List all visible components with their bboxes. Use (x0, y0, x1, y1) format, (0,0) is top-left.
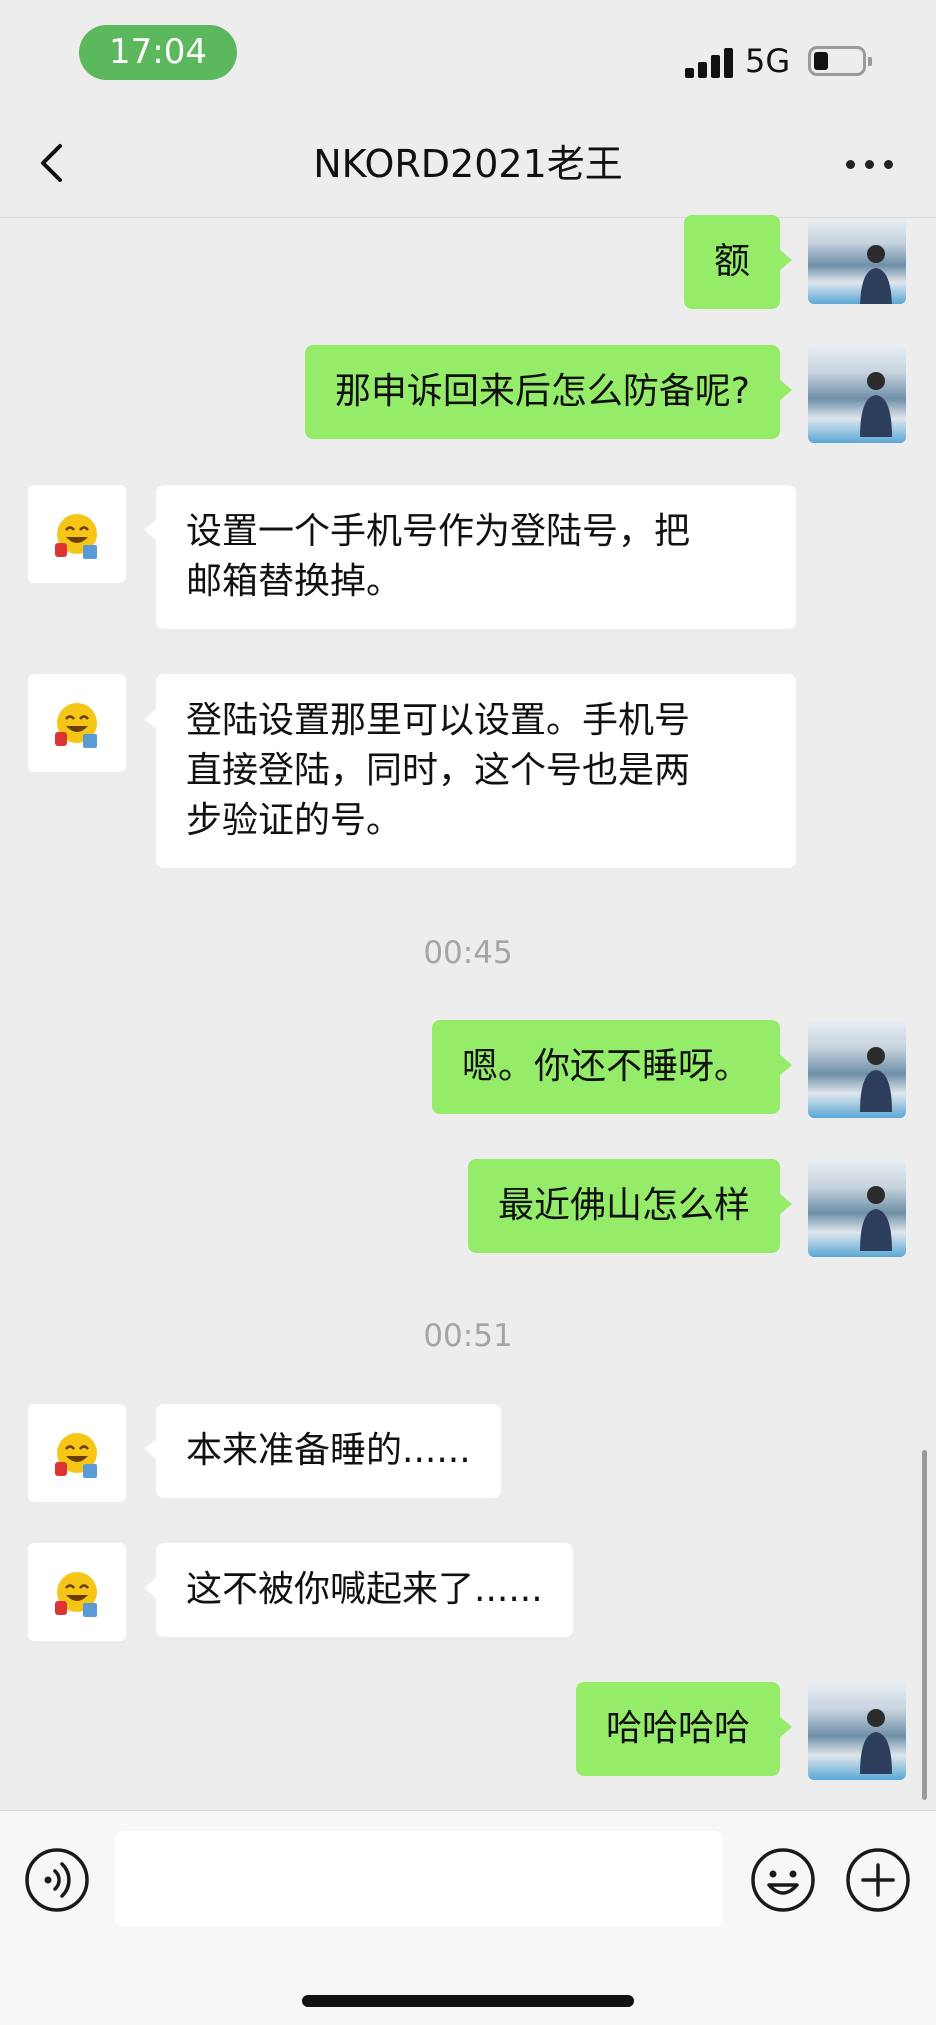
battery-icon (808, 46, 872, 76)
message-timestamp: 00:51 (423, 1318, 513, 1354)
message-bubble[interactable]: 设置一个手机号作为登陆号，把 邮箱替换掉。 (144, 485, 796, 629)
message-bubble[interactable]: 最近佛山怎么样 (467, 1159, 793, 1253)
avatar[interactable] (28, 674, 126, 772)
avatar[interactable] (28, 485, 126, 583)
message-bubble[interactable]: 哈哈哈哈 (575, 1682, 793, 1776)
smiley-face-icon (55, 1433, 97, 1478)
chat-title: NKORD2021老王 (313, 142, 623, 186)
back-button[interactable] (30, 138, 80, 188)
message-bubble[interactable]: 嗯。你还不睡呀。 (431, 1020, 793, 1114)
plus-icon (846, 1848, 910, 1912)
network-type: 5G (745, 42, 791, 80)
chat-header: NKORD2021老王 (0, 110, 936, 218)
more-dots-icon (846, 160, 855, 169)
message-bubble[interactable]: 登陆设置那里可以设置。手机号 直接登陆，同时，这个号也是两 步验证的号。 (144, 674, 796, 868)
emoji-button[interactable] (750, 1847, 816, 1913)
message-row: 额 (0, 215, 936, 309)
avatar[interactable] (808, 345, 906, 443)
voice-icon (25, 1848, 89, 1912)
smiley-face-icon (55, 514, 97, 559)
avatar[interactable] (808, 218, 906, 304)
message-bubble[interactable]: 额 (683, 215, 793, 309)
more-options-button[interactable] (840, 148, 900, 178)
home-indicator[interactable] (302, 1995, 634, 2007)
message-bubble[interactable]: 那申诉回来后怎么防备呢? (304, 345, 793, 439)
status-time: 17:04 (79, 25, 237, 80)
signal-icon (685, 46, 733, 78)
status-bar: 17:04 5G (0, 0, 936, 110)
avatar[interactable] (808, 1020, 906, 1118)
input-bar (0, 1810, 936, 2025)
smiley-face-icon (55, 703, 97, 748)
avatar[interactable] (28, 1404, 126, 1502)
more-functions-button[interactable] (845, 1847, 911, 1913)
message-row: 那申诉回来后怎么防备呢? (0, 345, 936, 445)
avatar[interactable] (808, 1159, 906, 1257)
emoji-icon (751, 1848, 815, 1912)
message-row: 嗯。你还不睡呀。 (0, 1020, 936, 1120)
message-row: 设置一个手机号作为登陆号，把 邮箱替换掉。 (0, 485, 936, 635)
message-row: 本来准备睡的...... (0, 1404, 936, 1504)
message-bubble[interactable]: 本来准备睡的...... (144, 1404, 501, 1498)
avatar[interactable] (808, 1682, 906, 1780)
smiley-face-icon (55, 1572, 97, 1617)
message-row: 哈哈哈哈 (0, 1682, 936, 1782)
message-timestamp: 00:45 (423, 935, 513, 971)
message-row: 登陆设置那里可以设置。手机号 直接登陆，同时，这个号也是两 步验证的号。 (0, 674, 936, 874)
message-row: 这不被你喊起来了...... (0, 1543, 936, 1643)
voice-input-button[interactable] (24, 1847, 90, 1913)
avatar[interactable] (28, 1543, 126, 1641)
message-input[interactable] (115, 1831, 723, 1927)
message-bubble[interactable]: 这不被你喊起来了...... (144, 1543, 573, 1637)
chat-scrollbar[interactable] (922, 1450, 927, 1800)
chevron-left-icon (41, 144, 62, 182)
message-row: 最近佛山怎么样 (0, 1159, 936, 1259)
